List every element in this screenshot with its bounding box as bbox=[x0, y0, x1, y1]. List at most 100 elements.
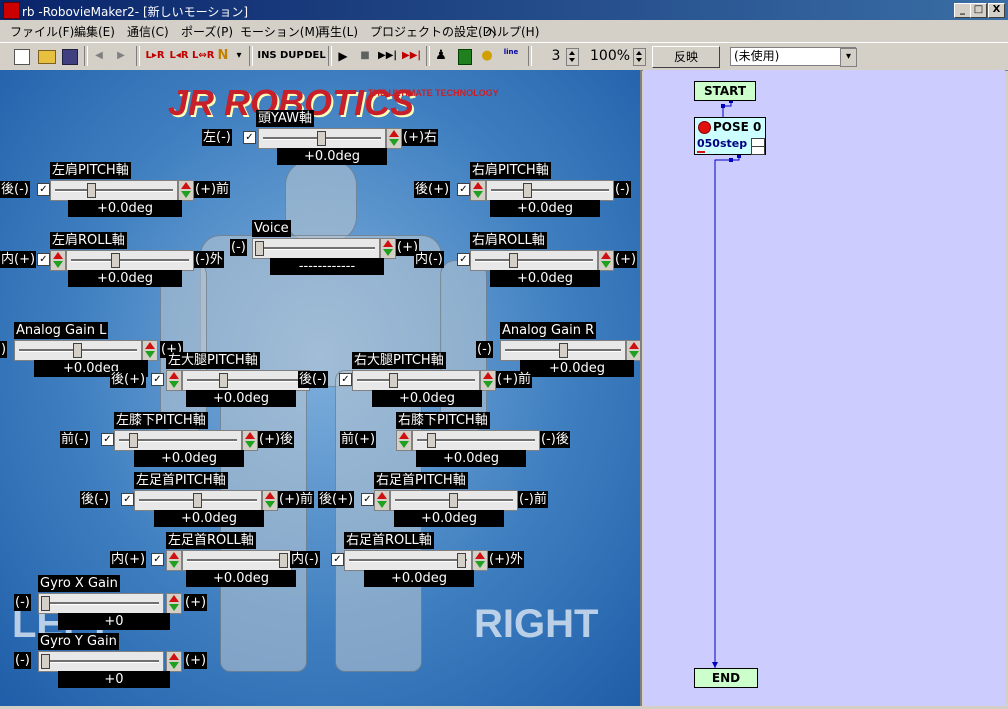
menu-play[interactable]: 再生(L) bbox=[318, 23, 358, 40]
dropdown-arrow-icon[interactable]: ▾ bbox=[234, 47, 244, 65]
control-title: 左肩PITCH軸 bbox=[50, 162, 131, 179]
control-right-label: (-)後 bbox=[540, 431, 570, 448]
end-node[interactable]: END bbox=[694, 668, 758, 688]
menu-motion[interactable]: モーション(M) bbox=[240, 23, 319, 40]
menu-edit[interactable]: 編集(E) bbox=[74, 23, 115, 40]
up-down-buttons[interactable] bbox=[178, 180, 194, 201]
play-icon[interactable]: ▶ bbox=[336, 47, 350, 65]
control-left-label: 後(-) bbox=[298, 371, 328, 388]
reflect-button[interactable]: 反映 bbox=[652, 46, 720, 68]
up-down-buttons[interactable] bbox=[166, 370, 182, 391]
angle-slider[interactable] bbox=[50, 180, 178, 201]
enable-checkbox[interactable]: ✓ bbox=[151, 373, 164, 386]
close-button[interactable]: X bbox=[988, 3, 1005, 18]
enable-checkbox[interactable]: ✓ bbox=[457, 183, 470, 196]
gain-slider[interactable] bbox=[38, 593, 164, 614]
head-yaw-control: 頭YAW軸 左(-) ✓ (+)右 +0.0deg bbox=[202, 110, 442, 165]
open-folder-icon[interactable] bbox=[38, 50, 56, 64]
enable-checkbox[interactable]: ✓ bbox=[37, 183, 50, 196]
up-down-buttons[interactable] bbox=[166, 651, 182, 672]
menu-comm[interactable]: 通信(C) bbox=[127, 23, 169, 40]
angle-slider[interactable] bbox=[114, 430, 242, 451]
right-shoulder-pitch-control: 右肩PITCH軸 後(+) ✓ (-) +0.0deg bbox=[414, 162, 640, 217]
zoom-spinner[interactable] bbox=[633, 48, 646, 66]
up-down-buttons[interactable] bbox=[626, 340, 640, 361]
menu-help[interactable]: ヘルプ(H) bbox=[485, 23, 539, 40]
fast-forward-icon[interactable]: ▶▶| bbox=[402, 47, 421, 65]
up-down-buttons[interactable] bbox=[380, 238, 396, 259]
robot-person-icon[interactable]: ♟ bbox=[434, 47, 448, 65]
pose-node[interactable]: POSE 0 050step bbox=[694, 117, 766, 155]
stop-icon[interactable]: ■ bbox=[358, 47, 372, 65]
angle-slider[interactable] bbox=[352, 370, 480, 391]
angle-slider[interactable] bbox=[390, 490, 518, 511]
control-left-label: 前(-) bbox=[60, 431, 90, 448]
enable-checkbox[interactable]: ✓ bbox=[361, 493, 374, 506]
new-file-icon[interactable] bbox=[14, 49, 30, 65]
enable-checkbox[interactable]: ✓ bbox=[331, 553, 344, 566]
pose-step: 050step bbox=[697, 137, 748, 150]
angle-slider[interactable] bbox=[134, 490, 262, 511]
up-down-buttons[interactable] bbox=[598, 250, 614, 271]
enable-checkbox[interactable]: ✓ bbox=[101, 433, 114, 446]
step-forward-icon[interactable]: ▶▶| bbox=[378, 47, 397, 65]
enable-checkbox[interactable]: ✓ bbox=[37, 253, 50, 266]
up-down-buttons[interactable] bbox=[50, 250, 66, 271]
enable-checkbox[interactable]: ✓ bbox=[243, 131, 256, 144]
flow-connectors bbox=[712, 99, 741, 668]
start-node[interactable]: START bbox=[694, 81, 756, 101]
line-chart-button[interactable]: line bbox=[502, 47, 520, 65]
lightbulb-icon[interactable]: ● bbox=[480, 47, 494, 65]
menu-file[interactable]: ファイル(F) bbox=[10, 23, 74, 40]
title-bar: rb -RobovieMaker2- [新しいモーション] _ □ X bbox=[0, 0, 1008, 20]
up-down-buttons[interactable] bbox=[480, 370, 496, 391]
n-button[interactable]: N bbox=[216, 47, 230, 65]
right-side-label: RIGHT bbox=[474, 602, 599, 646]
back-arrow-icon[interactable]: ◀ bbox=[92, 47, 106, 65]
select-arrow-icon[interactable]: ▾ bbox=[840, 48, 857, 67]
delete-button[interactable]: DEL bbox=[304, 47, 326, 65]
control-right-label: (+) bbox=[184, 594, 208, 611]
insert-button[interactable]: INS bbox=[256, 47, 278, 65]
swap-lr-button[interactable]: L⇔R bbox=[192, 47, 214, 65]
menu-pose[interactable]: ポーズ(P) bbox=[181, 23, 233, 40]
angle-slider[interactable] bbox=[470, 250, 598, 271]
enable-checkbox[interactable]: ✓ bbox=[121, 493, 134, 506]
menu-project-settings[interactable]: プロジェクトの設定(D) bbox=[370, 23, 497, 40]
up-down-buttons[interactable] bbox=[374, 490, 390, 511]
up-down-buttons[interactable] bbox=[262, 490, 278, 511]
mirror-rl-button[interactable]: L◂R bbox=[168, 47, 190, 65]
green-figure-icon[interactable] bbox=[458, 49, 472, 65]
up-down-buttons[interactable] bbox=[166, 550, 182, 571]
angle-slider[interactable] bbox=[182, 550, 292, 571]
up-down-buttons[interactable] bbox=[386, 128, 402, 149]
unused-select[interactable]: (未使用) bbox=[730, 47, 856, 66]
forward-arrow-icon[interactable]: ▶ bbox=[114, 47, 128, 65]
angle-slider[interactable] bbox=[344, 550, 472, 571]
duplicate-button[interactable]: DUP bbox=[280, 47, 304, 65]
control-right-label: (-) bbox=[614, 181, 631, 198]
enable-checkbox[interactable]: ✓ bbox=[457, 253, 470, 266]
control-value: +0.0deg bbox=[490, 270, 600, 287]
up-down-buttons[interactable] bbox=[472, 550, 488, 571]
maximize-button[interactable]: □ bbox=[970, 3, 987, 18]
up-down-buttons[interactable] bbox=[166, 593, 182, 614]
minimize-button[interactable]: _ bbox=[954, 3, 971, 18]
angle-slider[interactable] bbox=[486, 180, 614, 201]
step-down-icon[interactable] bbox=[751, 146, 765, 155]
up-down-buttons[interactable] bbox=[396, 430, 412, 451]
enable-checkbox[interactable]: ✓ bbox=[339, 373, 352, 386]
app-icon[interactable] bbox=[3, 2, 20, 19]
up-down-buttons[interactable] bbox=[470, 180, 486, 201]
gain-slider[interactable] bbox=[38, 651, 164, 672]
enable-checkbox[interactable]: ✓ bbox=[151, 553, 164, 566]
mirror-lr-button[interactable]: L▸R bbox=[144, 47, 166, 65]
angle-slider[interactable] bbox=[66, 250, 194, 271]
angle-slider[interactable] bbox=[258, 128, 386, 149]
up-down-buttons[interactable] bbox=[242, 430, 258, 451]
angle-slider[interactable] bbox=[182, 370, 310, 391]
save-icon[interactable] bbox=[62, 49, 78, 65]
angle-slider[interactable] bbox=[412, 430, 540, 451]
voice-slider[interactable] bbox=[252, 238, 380, 259]
count-spinner[interactable] bbox=[566, 48, 579, 66]
